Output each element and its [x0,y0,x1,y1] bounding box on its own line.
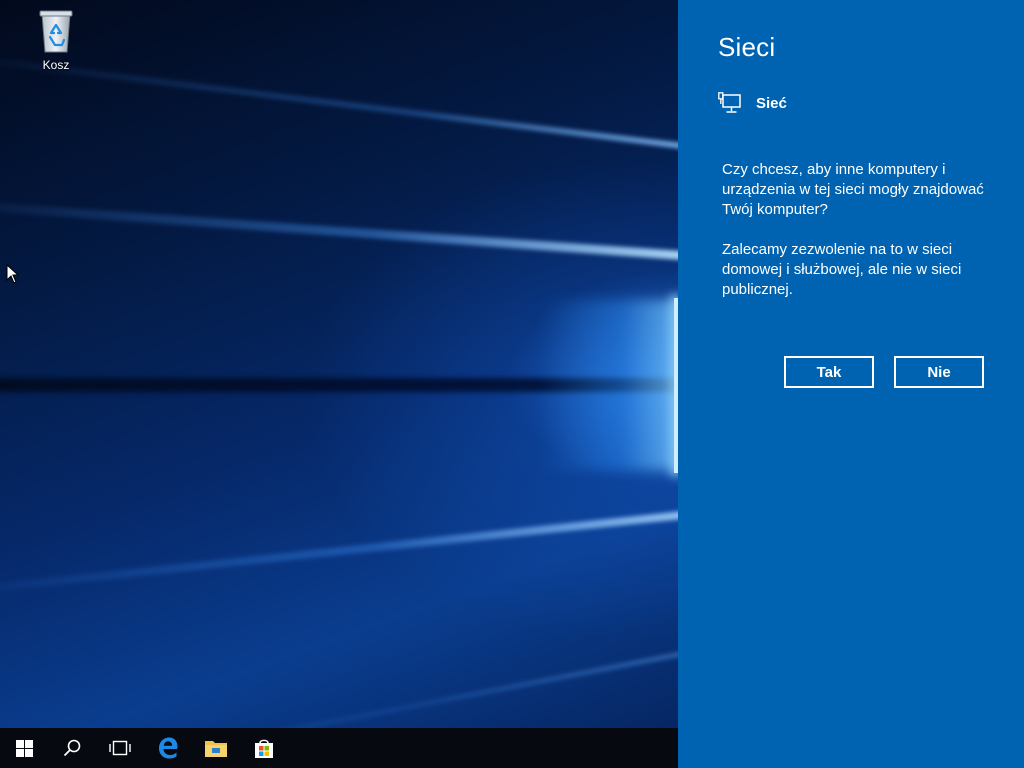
edge-browser-button[interactable] [144,728,192,768]
wallpaper-light-beam [0,505,678,599]
file-explorer-button[interactable] [192,728,240,768]
search-icon [63,739,81,757]
store-bag-icon [255,739,273,758]
no-button[interactable]: Nie [894,356,984,388]
discovery-question: Czy chcesz, aby inne komputery i urządze… [722,161,984,218]
search-button[interactable] [48,728,96,768]
recycle-bin-icon [39,10,73,53]
discovery-recommendation: Zalecamy zezwolenie na to w sieci domowe… [722,241,962,298]
panel-title: Sieci [718,32,776,62]
folder-icon [205,741,227,757]
wallpaper-light-beam [0,197,678,264]
yes-button[interactable]: Tak [784,356,874,388]
start-button[interactable] [0,728,48,768]
wallpaper-light-beam [0,50,678,156]
windows-logo-icon [15,739,33,757]
task-view-button[interactable] [96,728,144,768]
discovery-message: Czy chcesz, aby inne komputery i urządze… [722,160,992,320]
recycle-bin-shortcut[interactable]: Kosz [26,8,86,72]
recycle-bin-label: Kosz [42,58,70,72]
taskbar [0,728,678,768]
wallpaper-window-glow [540,300,678,470]
edge-browser-icon [159,737,178,759]
network-name: Sieć [756,94,787,112]
task-view-icon [109,740,131,756]
desktop-wallpaper[interactable]: Kosz [0,0,678,768]
network-discovery-panel: Sieci Sieć Czy chcesz, aby inne komputer… [678,0,1024,768]
store-button[interactable] [240,728,288,768]
ethernet-monitor-icon [718,92,741,113]
mouse-cursor-icon [6,264,20,284]
network-entry: Sieć [718,92,787,114]
